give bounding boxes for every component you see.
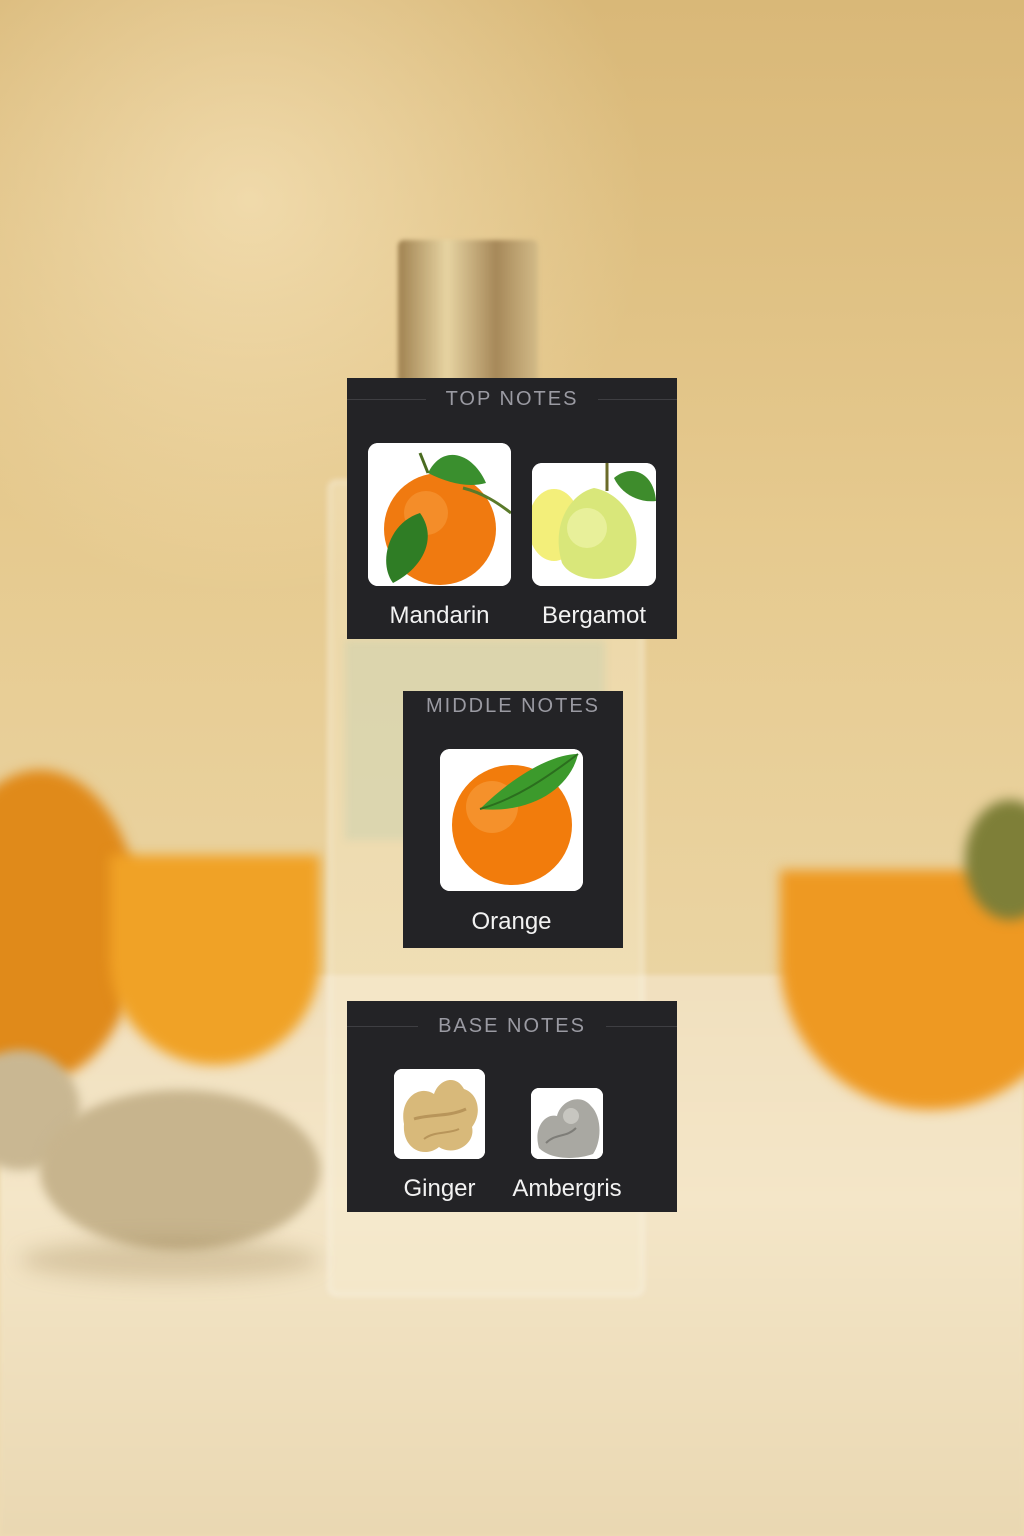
note-label-orange: Orange [471,908,552,935]
top-notes-heading: TOP NOTES [347,387,677,411]
note-label-ginger: Ginger [403,1175,476,1202]
middle-notes-title: MIDDLE NOTES [425,694,601,718]
note-label-mandarin: Mandarin [389,602,490,629]
note-label-bergamot: Bergamot [541,602,647,629]
ambergris-image[interactable] [531,1088,603,1159]
stone-shadow [20,1240,320,1280]
top-notes-card: TOP NOTES Mandarin Bergamot [347,378,677,639]
base-notes-heading: BASE NOTES [347,1014,677,1038]
base-notes-card: BASE NOTES Ginger Ambergris [347,1001,677,1212]
ginger-image[interactable] [394,1069,485,1159]
mandarin-image[interactable] [368,443,511,586]
stone [40,1090,320,1250]
bergamot-image[interactable] [532,463,656,586]
middle-notes-card: MIDDLE NOTES Orange [403,691,623,948]
base-notes-title: BASE NOTES [418,1014,606,1038]
orange-image[interactable] [440,749,583,891]
middle-notes-heading: MIDDLE NOTES [403,694,623,718]
note-label-ambergris: Ambergris [512,1175,622,1202]
orange-slice-left [110,855,320,1065]
top-notes-title: TOP NOTES [425,387,599,411]
